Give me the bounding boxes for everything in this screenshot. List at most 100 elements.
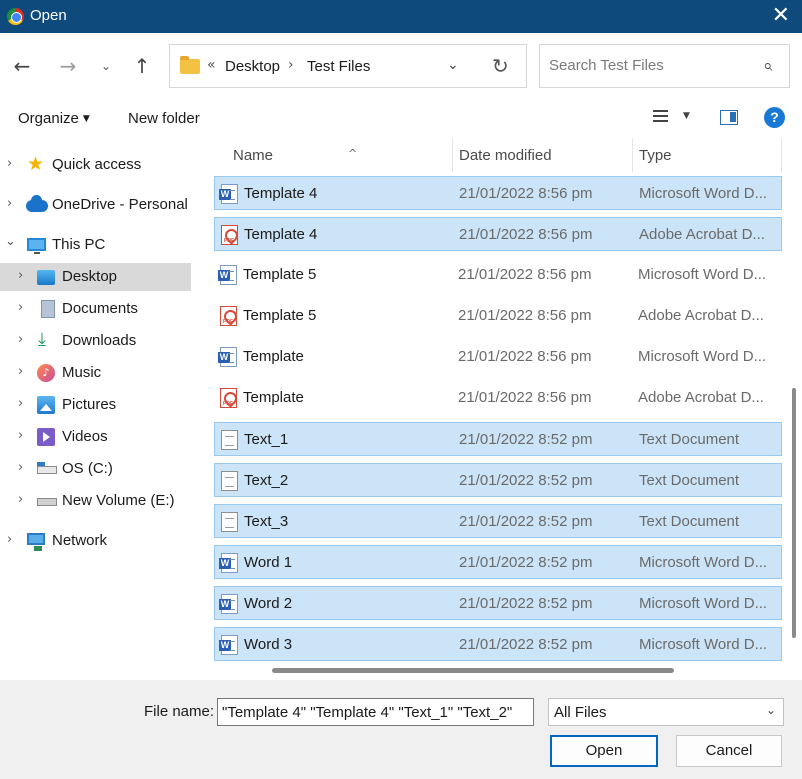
file-row[interactable]: Template 21/01/2022 8:56 pm Adobe Acrobat … bbox=[214, 381, 782, 415]
sidebar-item-onedrive[interactable]: › OneDrive - Personal bbox=[0, 191, 191, 219]
column-header-date-modified[interactable]: Date modified bbox=[453, 138, 631, 172]
organize-button[interactable]: Organize ▼ bbox=[18, 110, 90, 127]
new-folder-button[interactable]: New folder bbox=[128, 110, 200, 127]
pdf-document-icon bbox=[220, 306, 237, 326]
file-type: Microsoft Word D... bbox=[638, 348, 767, 365]
file-type: Adobe Acrobat D... bbox=[639, 226, 765, 243]
file-name: Text_2 bbox=[244, 472, 289, 489]
pictures-icon bbox=[37, 396, 55, 414]
file-row[interactable]: Template 4 21/01/2022 8:56 pm Microsoft Wo… bbox=[214, 176, 782, 210]
details-view-icon[interactable] bbox=[653, 110, 668, 126]
file-row[interactable]: Word 2 21/01/2022 8:52 pm Microsoft Word D… bbox=[214, 586, 782, 620]
file-row[interactable]: Text_3 21/01/2022 8:52 pm Text Document bbox=[214, 504, 782, 538]
expand-chevron-icon[interactable]: › bbox=[18, 460, 23, 475]
column-header-name[interactable]: ^ Name bbox=[214, 138, 452, 172]
search-input[interactable] bbox=[549, 57, 749, 74]
sidebar-item-quick-access[interactable]: › ★ Quick access bbox=[0, 151, 191, 179]
column-header-label: Name bbox=[233, 147, 274, 164]
expand-chevron-icon[interactable]: › bbox=[7, 156, 12, 171]
file-type: Microsoft Word D... bbox=[639, 554, 768, 571]
file-type: Text Document bbox=[639, 472, 740, 489]
view-options-caret-icon[interactable]: ▼ bbox=[683, 111, 690, 121]
breadcrumb-separator-icon[interactable]: › bbox=[288, 57, 294, 73]
expand-chevron-icon[interactable]: › bbox=[18, 300, 23, 315]
sidebar-item-pictures[interactable]: › Pictures bbox=[0, 391, 191, 419]
help-icon[interactable]: ? bbox=[764, 107, 785, 128]
close-icon[interactable]: ✕ bbox=[772, 4, 790, 28]
file-row[interactable]: Text_2 21/01/2022 8:52 pm Text Document bbox=[214, 463, 782, 497]
file-row[interactable]: Template 4 21/01/2022 8:56 pm Adobe Acroba… bbox=[214, 217, 782, 251]
file-name-field[interactable] bbox=[217, 698, 534, 726]
recent-locations-chevron-icon[interactable]: ⌄ bbox=[93, 52, 119, 80]
column-header-type[interactable]: Type bbox=[633, 138, 781, 172]
search-icon[interactable]: ⌕ bbox=[763, 56, 773, 76]
expand-chevron-icon[interactable]: › bbox=[18, 492, 23, 507]
sidebar-item-this-pc[interactable]: ⌄ This PC bbox=[0, 231, 191, 259]
sidebar-item-os-c[interactable]: › OS (C:) bbox=[0, 455, 191, 483]
expand-chevron-icon[interactable]: › bbox=[18, 364, 23, 379]
file-type-select[interactable]: All Files ⌄ bbox=[548, 698, 784, 726]
sidebar-item-label: This PC bbox=[52, 236, 106, 253]
network-icon bbox=[27, 533, 45, 551]
file-name: Template 5 bbox=[243, 266, 317, 283]
file-row[interactable]: Word 1 21/01/2022 8:52 pm Microsoft Word D… bbox=[214, 545, 782, 579]
address-bar[interactable]: « Desktop › Test Files ⌄ ↻ bbox=[169, 44, 527, 88]
file-date-modified: 21/01/2022 8:56 pm bbox=[458, 307, 592, 324]
organize-caret-icon: ▼ bbox=[82, 114, 90, 124]
file-row[interactable]: Template 5 21/01/2022 8:56 pm Microsoft Wo… bbox=[214, 258, 782, 292]
sidebar-item-label: Desktop bbox=[62, 268, 118, 285]
file-type-value: All Files bbox=[554, 704, 607, 721]
file-row[interactable]: Word 3 21/01/2022 8:52 pm Microsoft Word D… bbox=[214, 627, 782, 661]
file-date-modified: 21/01/2022 8:56 pm bbox=[458, 389, 592, 406]
sidebar-item-label: Videos bbox=[62, 428, 108, 445]
folder-icon bbox=[180, 56, 200, 74]
downloads-icon: ⤓ bbox=[38, 329, 46, 350]
word-document-icon bbox=[219, 553, 238, 573]
file-name: Template 4 bbox=[244, 185, 318, 202]
address-dropdown-icon[interactable]: ⌄ bbox=[447, 57, 459, 73]
breadcrumb-desktop[interactable]: Desktop bbox=[225, 58, 280, 75]
column-divider[interactable] bbox=[781, 138, 782, 172]
overflow-chevron-icon[interactable]: « bbox=[207, 57, 216, 73]
expand-chevron-icon[interactable]: › bbox=[7, 532, 12, 547]
file-date-modified: 21/01/2022 8:56 pm bbox=[459, 185, 593, 202]
forward-arrow-icon[interactable]: → bbox=[55, 52, 81, 80]
open-button[interactable]: Open bbox=[550, 735, 658, 767]
cancel-button[interactable]: Cancel bbox=[676, 735, 782, 767]
collapse-chevron-icon[interactable]: ⌄ bbox=[5, 234, 16, 249]
sidebar-item-videos[interactable]: › Videos bbox=[0, 423, 191, 451]
vertical-scroll-thumb[interactable] bbox=[792, 388, 796, 638]
sidebar-item-music[interactable]: › ♪ Music bbox=[0, 359, 191, 387]
word-document-icon bbox=[219, 594, 238, 614]
sidebar-item-label: OneDrive - Personal bbox=[52, 196, 188, 213]
file-name: Template 5 bbox=[243, 307, 317, 324]
sidebar-item-desktop[interactable]: › Desktop bbox=[0, 263, 191, 291]
horizontal-scroll-thumb[interactable] bbox=[272, 668, 674, 673]
file-row[interactable]: Template 21/01/2022 8:56 pm Microsoft Word… bbox=[214, 340, 782, 374]
expand-chevron-icon[interactable]: › bbox=[18, 268, 23, 283]
file-row[interactable]: Template 5 21/01/2022 8:56 pm Adobe Acroba… bbox=[214, 299, 782, 333]
sidebar-item-downloads[interactable]: › ⤓ Downloads bbox=[0, 327, 191, 355]
expand-chevron-icon[interactable]: › bbox=[18, 428, 23, 443]
vertical-scrollbar[interactable] bbox=[790, 138, 802, 680]
expand-chevron-icon[interactable]: › bbox=[7, 196, 12, 211]
sidebar-item-network[interactable]: › Network bbox=[0, 527, 191, 555]
preview-pane-icon[interactable] bbox=[720, 110, 738, 125]
sidebar-item-label: Music bbox=[62, 364, 102, 381]
search-box[interactable]: ⌕ bbox=[539, 44, 790, 88]
breadcrumb-test-files[interactable]: Test Files bbox=[307, 58, 370, 75]
drive-icon bbox=[37, 498, 57, 506]
sidebar-item-new-volume-e[interactable]: › New Volume (E:) bbox=[0, 487, 191, 515]
file-row[interactable]: Text_1 21/01/2022 8:52 pm Text Document bbox=[214, 422, 782, 456]
horizontal-scrollbar[interactable] bbox=[198, 662, 790, 680]
back-arrow-icon[interactable]: ← bbox=[9, 52, 35, 80]
file-name: Word 3 bbox=[244, 636, 293, 653]
expand-chevron-icon[interactable]: › bbox=[18, 332, 23, 347]
sidebar-item-documents[interactable]: › Documents bbox=[0, 295, 191, 323]
up-arrow-icon[interactable]: ↑ bbox=[129, 52, 155, 80]
file-type: Microsoft Word D... bbox=[638, 266, 767, 283]
refresh-icon[interactable]: ↻ bbox=[492, 54, 509, 78]
file-name: Template bbox=[243, 348, 304, 365]
expand-chevron-icon[interactable]: › bbox=[18, 396, 23, 411]
cloud-icon bbox=[26, 195, 48, 212]
